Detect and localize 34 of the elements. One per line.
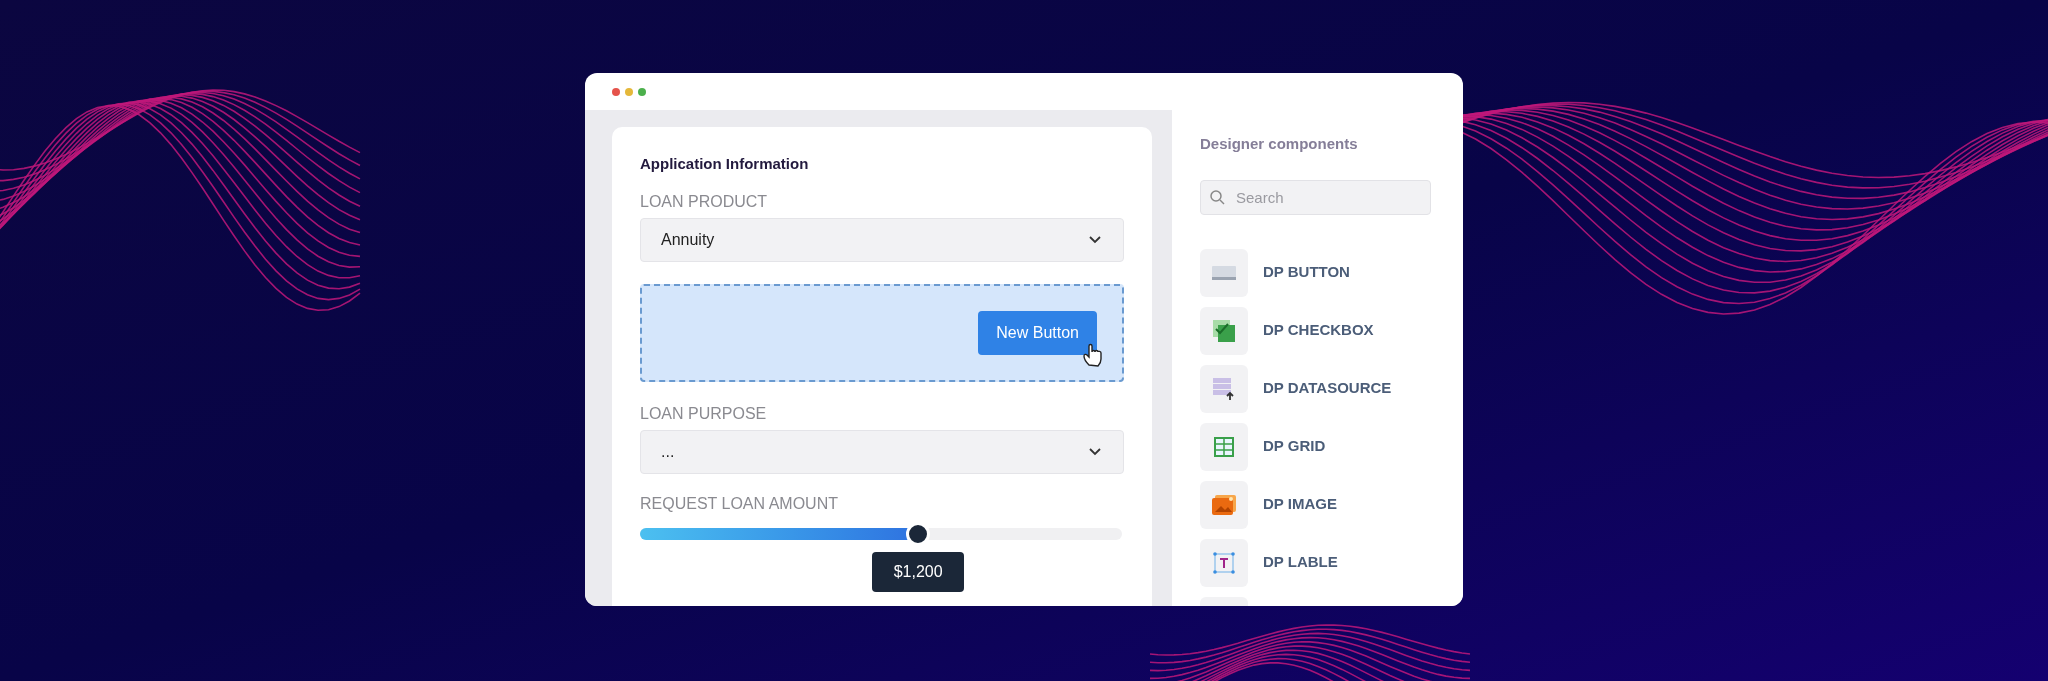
select-value: ... <box>661 441 675 462</box>
value-tooltip: $1,200 <box>872 551 965 592</box>
image-icon <box>1212 494 1236 515</box>
panel-title: Designer components <box>1200 134 1359 154</box>
component-item[interactable]: DP GRID <box>1200 422 1431 471</box>
component-label: DP BUTTON <box>1263 262 1350 283</box>
grid-icon <box>1214 436 1234 457</box>
text-frame-icon <box>1213 551 1235 574</box>
component-label: DP LABLE <box>1263 552 1338 573</box>
component-item[interactable]: DP IMAGE <box>1200 480 1431 529</box>
button-icon <box>1212 265 1236 280</box>
component-item[interactable]: DP LABLE <box>1200 538 1431 587</box>
select-field[interactable]: ... <box>640 429 1124 474</box>
component-label: DP CHECKBOX <box>1263 320 1374 341</box>
component-item[interactable]: DP CHECKBOX <box>1200 306 1431 355</box>
new-button[interactable]: New Button <box>978 310 1097 355</box>
chevron-down-icon <box>1089 447 1101 456</box>
database-upload-icon <box>1213 377 1235 400</box>
form-title: Application Information <box>640 154 810 174</box>
search-icon <box>1210 189 1225 205</box>
field-label: LOAN PURPOSE <box>640 403 768 424</box>
component-label: DP GRID <box>1263 436 1326 457</box>
component-item[interactable]: DP DATASOURCE <box>1200 364 1431 413</box>
field-label: REQUEST LOAN AMOUNT <box>640 493 839 514</box>
component-item[interactable]: DP BUTTON <box>1200 248 1431 297</box>
select-value: Annuity <box>661 229 715 250</box>
select-field[interactable]: Annuity <box>640 217 1124 262</box>
field-label: LOAN PRODUCT <box>640 191 769 212</box>
component-label: DP DATASOURCE <box>1263 378 1392 399</box>
search-field[interactable]: Search <box>1200 179 1431 215</box>
chevron-down-icon <box>1089 235 1101 244</box>
checkbox-icon <box>1213 319 1235 342</box>
drop-zone[interactable]: New Button <box>640 283 1124 382</box>
component-label: DP IMAGE <box>1263 494 1337 515</box>
